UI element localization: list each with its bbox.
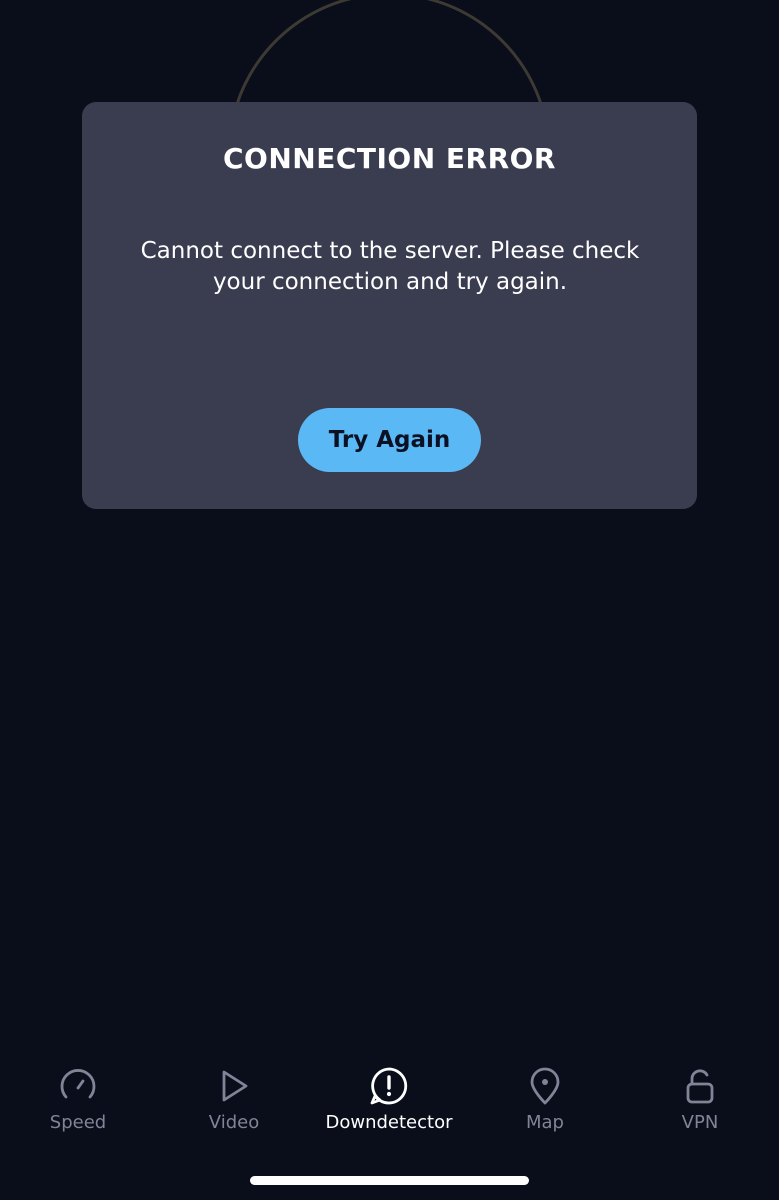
tab-video-label: Video [208,1112,260,1133]
try-again-button[interactable]: Try Again [298,408,481,472]
tab-vpn[interactable]: VPN [622,1066,778,1146]
home-indicator[interactable] [250,1176,529,1185]
speedometer-icon [60,1069,96,1099]
bottom-tab-bar: Speed Video Downdetector Map VPN [0,1060,779,1150]
play-icon [222,1070,248,1102]
dialog-message: Cannot connect to the server. Please che… [140,238,640,295]
dialog-title: CONNECTION ERROR [222,142,556,175]
tab-downdetector[interactable]: Downdetector [311,1066,467,1146]
speed-gauge-arc [235,0,543,105]
alert-bubble-icon [370,1067,408,1105]
tab-speed[interactable]: Speed [0,1066,156,1146]
map-pin-icon [530,1067,560,1105]
tab-video[interactable]: Video [156,1066,312,1146]
tab-map[interactable]: Map [467,1066,623,1146]
tab-vpn-label: VPN [681,1112,719,1133]
tab-downdetector-label: Downdetector [325,1112,453,1133]
tab-map-label: Map [526,1112,564,1133]
tab-speed-label: Speed [49,1112,107,1133]
unlock-icon [686,1069,714,1104]
